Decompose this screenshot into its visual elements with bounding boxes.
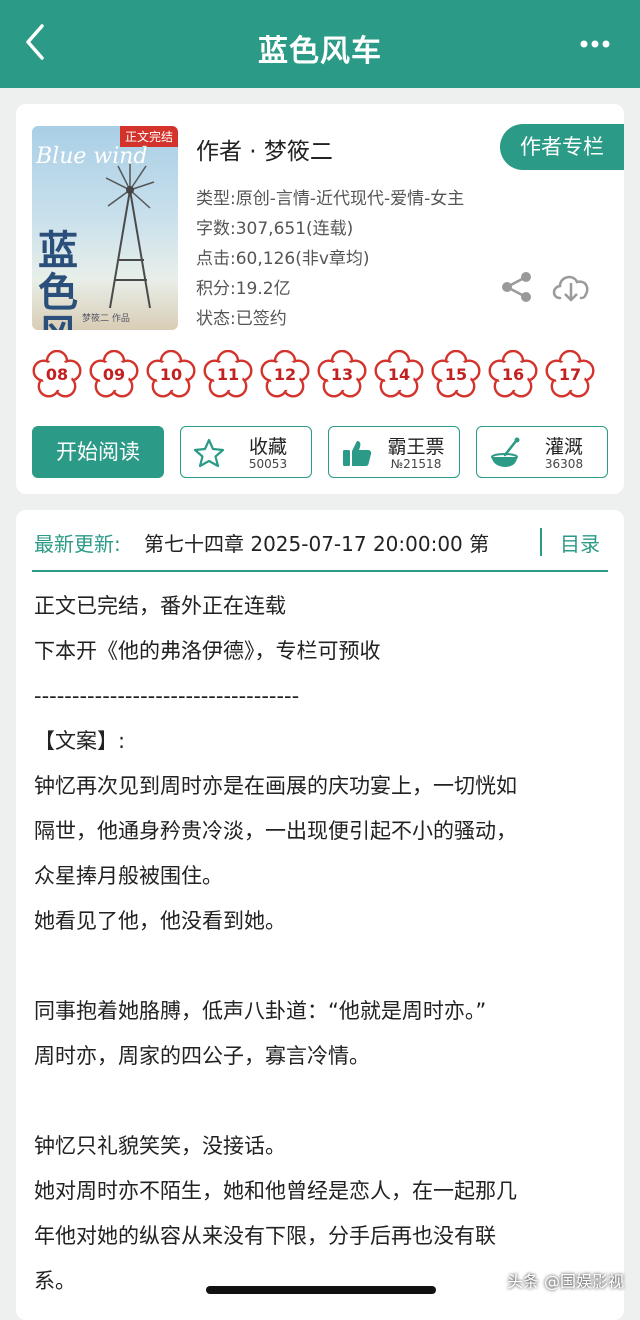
watering-icon <box>491 437 520 467</box>
top-bar: 蓝色风车 <box>0 0 640 88</box>
author-name[interactable]: 作者 · 梦筱二 <box>196 132 333 166</box>
description-card: 最新更新: 第七十四章 2025-07-17 20:00:00 第 目录 正文已… <box>16 510 624 1320</box>
description-line <box>34 1079 604 1124</box>
star-icon <box>193 438 225 468</box>
cover-author: 梦筱二 作品 <box>82 314 130 324</box>
badge-number: 08 <box>45 365 69 384</box>
badge-flower: 15 <box>431 350 481 400</box>
badge-flower: 13 <box>317 350 367 400</box>
water-label: 灌溉 <box>544 436 583 458</box>
description-line: 钟忆再次见到周时亦是在画展的庆功宴上，一切恍如 <box>34 774 517 798</box>
download-icon[interactable] <box>550 268 592 304</box>
book-meta: 类型:原创-言情-近代现代-爱情-女主 字数:307,651(连载) 点击:60… <box>196 184 464 334</box>
thumbs-up-icon <box>343 441 372 466</box>
badge-number: 13 <box>330 365 354 384</box>
badge-number: 09 <box>102 365 126 384</box>
description-line: 同事抱着她胳膊，低声八卦道：“他就是周时亦。” <box>34 999 487 1023</box>
ticket-label: 霸王票 <box>387 436 445 458</box>
book-score: 积分:19.2亿 <box>196 279 291 299</box>
description-line: 她对周时亦不陌生，她和他曾经是恋人，在一起那几 <box>34 1179 517 1203</box>
more-options-icon[interactable] <box>580 38 610 50</box>
book-cover[interactable]: 正文完结 Blue wind 蓝色风车 梦筱二 作品 <box>32 126 178 330</box>
water-button[interactable]: 灌溉 36308 <box>476 426 608 478</box>
description-line: 下本开《他的弗洛伊德》，专栏可预收 <box>34 639 381 663</box>
book-type: 类型:原创-言情-近代现代-爱情-女主 <box>196 189 465 209</box>
badge-number: 10 <box>159 365 183 384</box>
badge-number: 16 <box>501 365 525 384</box>
book-status: 状态:已签约 <box>196 309 287 329</box>
description-line: ----------------------------------- <box>34 684 300 708</box>
latest-update-marquee[interactable]: 第七十四章 2025-07-17 20:00:00 第 <box>144 524 532 560</box>
book-word-count: 字数:307,651(连载) <box>196 219 354 239</box>
share-icon[interactable] <box>500 270 534 304</box>
badge-flower: 08 <box>32 350 82 400</box>
divider <box>540 528 542 556</box>
badge-flower: 10 <box>146 350 196 400</box>
description-line: 钟忆只礼貌笑笑，没接话。 <box>34 1134 286 1158</box>
ticket-button[interactable]: 霸王票 №21518 <box>328 426 460 478</box>
badge-flower: 14 <box>374 350 424 400</box>
cover-english-title: Blue wind <box>36 144 148 169</box>
water-count: 36308 <box>544 457 584 471</box>
latest-update-value: 第七十四章 2025-07-17 20:00:00 第 <box>144 532 490 556</box>
description-line: 众星捧月般被围住。 <box>34 864 223 888</box>
badge-flower: 09 <box>89 350 139 400</box>
favorite-count: 50053 <box>248 457 288 471</box>
page-title: 蓝色风车 <box>258 34 382 69</box>
book-description: 正文已完结，番外正在连载 下本开《他的弗洛伊德》，专栏可预收 ---------… <box>34 584 604 1304</box>
book-info-card: 正文完结 Blue wind 蓝色风车 梦筱二 作品 作者 · 梦筱二 作者专栏… <box>16 104 624 494</box>
latest-update-label: 最新更新: <box>34 532 121 556</box>
badge-number: 15 <box>444 365 468 384</box>
ticket-count: №21518 <box>390 457 442 471</box>
badge-row: 08 09 10 11 12 13 14 15 16 17 <box>32 350 608 400</box>
description-line: 【文案】: <box>34 729 126 753</box>
badge-flower: 16 <box>488 350 538 400</box>
badge-number: 12 <box>273 365 297 384</box>
description-line: 隔世，他通身矜贵冷淡，一出现便引起不小的骚动， <box>34 819 517 843</box>
badge-flower: 12 <box>260 350 310 400</box>
author-column-button[interactable]: 作者专栏 <box>500 124 624 170</box>
favorite-button[interactable]: 收藏 50053 <box>180 426 312 478</box>
badge-number: 11 <box>216 365 240 384</box>
section-divider <box>32 570 608 572</box>
description-line: 她看见了他，他没看到她。 <box>34 909 286 933</box>
description-line: 年他对她的纵容从来没有下限，分手后再也没有联 <box>34 1224 496 1248</box>
badge-flower: 17 <box>545 350 595 400</box>
book-clicks: 点击:60,126(非v章均) <box>196 249 370 269</box>
start-reading-button[interactable]: 开始阅读 <box>32 426 164 478</box>
badge-flower: 11 <box>203 350 253 400</box>
description-line: 周时亦，周家的四公子，寡言冷情。 <box>34 1044 370 1068</box>
home-indicator[interactable] <box>206 1286 436 1294</box>
watermark: 头条 @国娱影视 <box>506 1272 624 1291</box>
badge-number: 17 <box>558 365 582 384</box>
description-line: 正文已完结，番外正在连载 <box>34 594 286 618</box>
favorite-label: 收藏 <box>248 436 287 458</box>
table-of-contents-link[interactable]: 目录 <box>560 528 600 557</box>
badge-number: 14 <box>387 365 411 384</box>
description-line <box>34 944 604 989</box>
